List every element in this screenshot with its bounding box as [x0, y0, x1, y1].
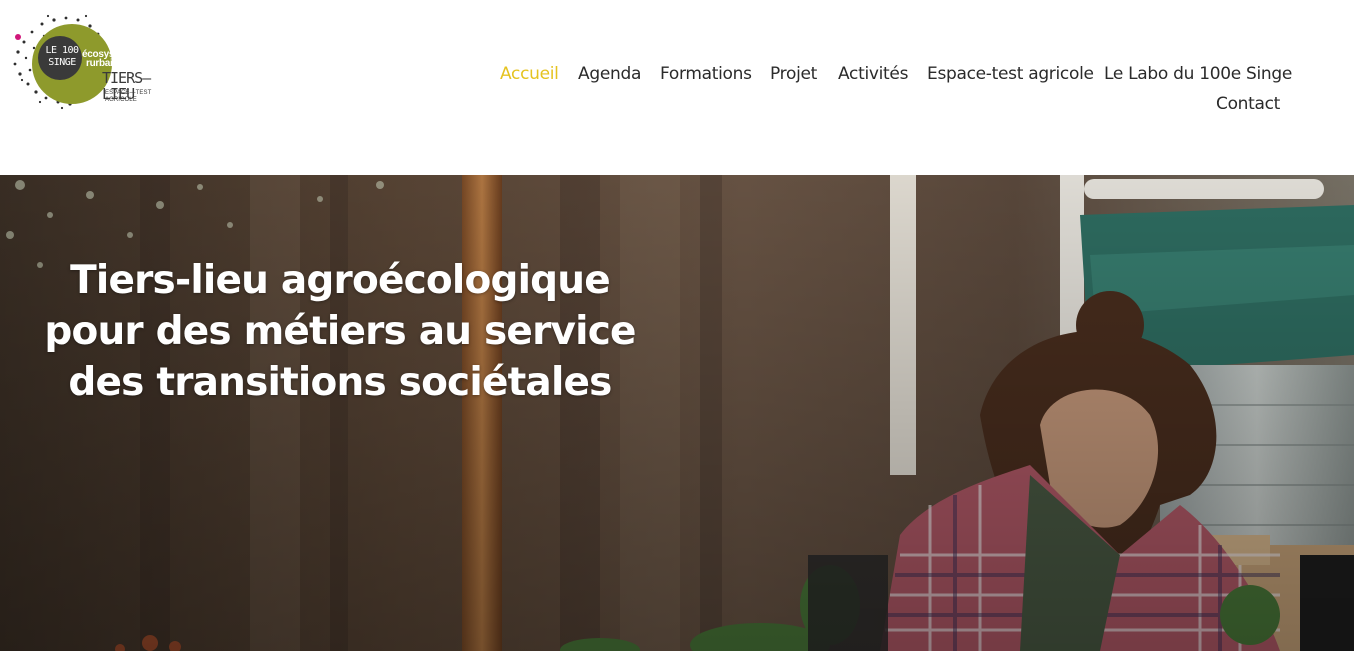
hero-title-line2: pour des métiers au service	[44, 309, 636, 354]
nav-item-projet[interactable]: Projet	[770, 59, 817, 89]
nav-item-agenda[interactable]: Agenda	[578, 59, 641, 89]
nav-item-contact[interactable]: Contact	[1216, 89, 1280, 119]
hero-banner: Tiers-lieu agroécologique pour des métie…	[0, 175, 1354, 651]
main-nav: Accueil Agenda Formations Projet Activit…	[500, 58, 1320, 122]
site-logo[interactable]: LE 100 SINGE écosystème rurbain TIERS—LI…	[10, 12, 170, 110]
page-scrollbar[interactable]	[1354, 0, 1366, 651]
logo-line1: LE 100	[45, 45, 79, 56]
hero-title-line1: Tiers-lieu agroécologique	[70, 258, 611, 303]
nav-item-espace-test[interactable]: Espace-test agricole	[927, 59, 1094, 89]
nav-item-labo[interactable]: Le Labo du 100e Singe	[1104, 59, 1292, 89]
nav-item-activites[interactable]: Activités	[838, 59, 908, 89]
logo-text-main: LE 100 SINGE	[44, 45, 80, 69]
hero-title: Tiers-lieu agroécologique pour des métie…	[40, 255, 640, 408]
hero-background-image	[0, 175, 1354, 651]
hero-title-line3: des transitions sociétales	[68, 360, 612, 405]
nav-item-formations[interactable]: Formations	[660, 59, 752, 89]
logo-subtitle: ESPACE—TEST AGRICOLE	[105, 90, 152, 103]
logo-eco-line2: rurbain	[86, 58, 119, 69]
site-header: LE 100 SINGE écosystème rurbain TIERS—LI…	[0, 0, 1366, 175]
nav-item-accueil[interactable]: Accueil	[500, 59, 559, 89]
logo-line2: SINGE	[48, 57, 76, 68]
